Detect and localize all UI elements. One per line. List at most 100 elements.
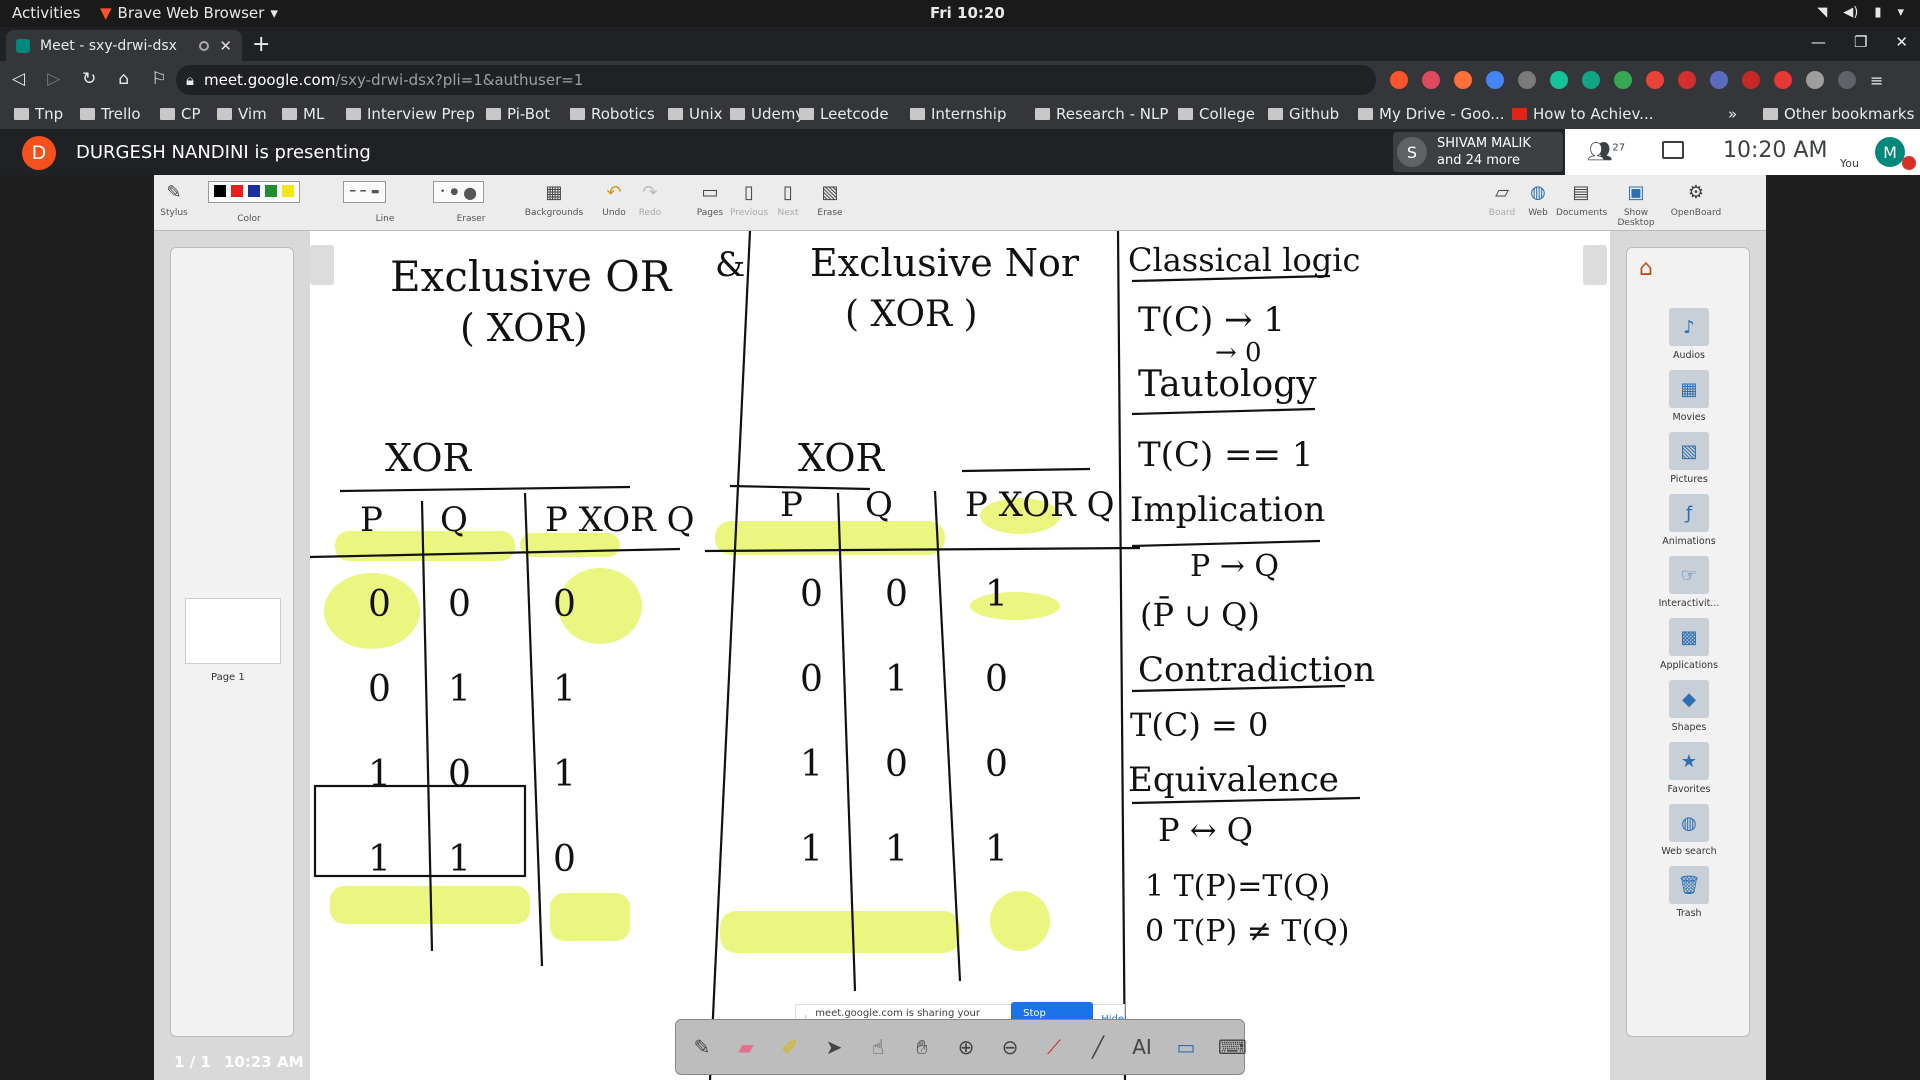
bookmark-item[interactable]: Pi-Bot (486, 105, 550, 123)
home-icon[interactable]: ⌂ (118, 69, 129, 89)
collapse-left-panel-button[interactable] (310, 245, 334, 285)
extension-icon[interactable] (1518, 71, 1536, 89)
extension-icon[interactable] (1742, 71, 1760, 89)
redo-button[interactable]: ↷ Redo (630, 179, 670, 219)
grammarly-icon[interactable] (1582, 71, 1600, 89)
erase-button[interactable]: ▧ Erase (810, 179, 850, 219)
line-thick[interactable]: ▬ (371, 187, 380, 197)
extension-icon[interactable] (1710, 71, 1728, 89)
next-button[interactable]: ▯ Next (768, 179, 808, 219)
extension-icon[interactable] (1774, 71, 1792, 89)
library-item[interactable]: ◆ Shapes (1627, 680, 1751, 733)
collapse-right-panel-button[interactable] (1583, 245, 1607, 285)
chat-icon[interactable] (1662, 141, 1684, 159)
interact-hand-icon[interactable]: ☝ (866, 1035, 890, 1059)
grammarly-icon[interactable] (1550, 71, 1568, 89)
app-menu[interactable]: ▼ Brave Web Browser ▾ (100, 4, 278, 22)
library-item[interactable]: ▦ Movies (1627, 370, 1751, 423)
other-bookmarks[interactable]: Other bookmarks (1763, 105, 1914, 123)
bookmark-item[interactable]: Udemy (730, 105, 804, 123)
activities-button[interactable]: Activities (12, 4, 80, 22)
close-window-icon[interactable]: ✕ (1895, 33, 1908, 51)
line-thin[interactable]: ━ (350, 187, 355, 197)
forward-icon[interactable]: ▷ (47, 69, 60, 89)
bookmark-item[interactable]: Interview Prep (346, 105, 475, 123)
library-item[interactable]: ☞ Interactivit... (1627, 556, 1751, 609)
extension-icon[interactable] (1614, 71, 1632, 89)
eraser-icon[interactable]: ▰ (734, 1035, 758, 1059)
web-mode-button[interactable]: ◍ Web (1520, 179, 1556, 219)
bookmark-item[interactable]: Github (1268, 105, 1339, 123)
bookmark-item[interactable]: College (1178, 105, 1255, 123)
whiteboard-canvas[interactable]: Exclusive OR ( XOR) & Exclusive Nor ( XO… (310, 231, 1610, 1080)
text-icon[interactable]: AI (1130, 1035, 1154, 1059)
previous-button[interactable]: ▯ Previous (726, 179, 772, 219)
color-black[interactable] (214, 185, 226, 197)
bookmark-item[interactable]: Internship (910, 105, 1006, 123)
library-item[interactable]: 🗑︎ Trash (1627, 866, 1751, 919)
backgrounds-tool[interactable]: ▦ Backgrounds (524, 179, 584, 219)
line-medium[interactable]: ━ (360, 187, 365, 197)
stylus-tool[interactable]: ✎ Stylus (154, 179, 194, 219)
translate-icon[interactable] (1486, 71, 1504, 89)
pan-hand-icon[interactable]: ✋︎ (910, 1035, 934, 1059)
bookmark-item[interactable]: CP (160, 105, 201, 123)
bookmark-item[interactable]: Unix (668, 105, 723, 123)
extension-icon[interactable] (1806, 71, 1824, 89)
undo-button[interactable]: ↶ Undo (594, 179, 634, 219)
pen-icon[interactable]: ✎ (690, 1035, 714, 1059)
show-desktop-button[interactable]: ▣ Show Desktop (1606, 179, 1666, 229)
home-icon[interactable]: ⌂ (1639, 256, 1653, 281)
openboard-menu-button[interactable]: ⚙ OpenBoard (1668, 179, 1724, 219)
new-tab-button[interactable]: + (252, 32, 270, 57)
documents-mode-button[interactable]: ▤ Documents (1556, 179, 1607, 219)
eraser-small[interactable]: • (440, 187, 445, 197)
line-width-selector[interactable]: ━ ━ ▬ (343, 181, 387, 203)
system-clock[interactable]: Fri 10:20 (930, 4, 1005, 22)
maximize-icon[interactable]: ❐ (1854, 33, 1867, 51)
library-item[interactable]: ▧ Pictures (1627, 432, 1751, 485)
laser-pointer-icon[interactable]: ⟋ (1042, 1035, 1066, 1059)
eraser-medium[interactable]: ● (450, 187, 458, 197)
participant-chip[interactable]: S SHIVAM MALIK and 24 more (1393, 132, 1563, 172)
color-red[interactable] (231, 185, 243, 197)
selector-icon[interactable]: ➤ (822, 1035, 846, 1059)
browser-tab[interactable]: Meet - sxy-drwi-dsx ✕ (6, 30, 242, 61)
zoom-in-icon[interactable]: ⊕ (954, 1035, 978, 1059)
zoom-out-icon[interactable]: ⊖ (998, 1035, 1022, 1059)
board-mode-button[interactable]: ▱ Board (1484, 179, 1520, 219)
eraser-size-selector[interactable]: • ● ● (433, 181, 485, 203)
reload-icon[interactable]: ↻ (82, 69, 96, 89)
bookmark-item[interactable]: ML (282, 105, 324, 123)
self-avatar[interactable]: M (1875, 137, 1905, 167)
bookmark-item[interactable]: Trello (80, 105, 141, 123)
library-item[interactable]: ƒ Animations (1627, 494, 1751, 547)
close-tab-icon[interactable]: ✕ (219, 37, 232, 55)
pages-button[interactable]: ▭ Pages (690, 179, 730, 219)
menu-icon[interactable]: ≡ (1870, 71, 1883, 90)
brave-rewards-icon[interactable] (1422, 71, 1440, 89)
bookmark-item[interactable]: How to Achiev... (1512, 105, 1653, 123)
highlighter-icon[interactable]: ✐ (778, 1035, 802, 1059)
bookmark-item[interactable]: Vim (217, 105, 267, 123)
bookmark-item[interactable]: Robotics (570, 105, 655, 123)
capture-icon[interactable]: ▭ (1174, 1035, 1198, 1059)
more-bookmarks-button[interactable]: » (1728, 105, 1737, 123)
extension-icon[interactable] (1454, 71, 1472, 89)
eraser-large[interactable]: ● (463, 183, 477, 202)
line-icon[interactable]: ╱ (1086, 1035, 1110, 1059)
people-button[interactable]: 👥︎27 (1587, 139, 1625, 163)
system-tray[interactable]: ◥ ◀) ▮ ▾ (1817, 5, 1904, 20)
brave-shield-icon[interactable] (1390, 71, 1408, 89)
library-item[interactable]: ◍ Web search (1627, 804, 1751, 857)
keyboard-icon[interactable]: ⌨ (1218, 1035, 1247, 1059)
bookmark-item[interactable]: Tnp (14, 105, 63, 123)
bookmark-icon[interactable]: ⚐ (151, 69, 166, 89)
library-item[interactable]: ▩ Applications (1627, 618, 1751, 671)
color-blue[interactable] (248, 185, 260, 197)
bookmark-item[interactable]: Research - NLP (1035, 105, 1168, 123)
bookmark-item[interactable]: Leetcode (799, 105, 889, 123)
library-item[interactable]: ♪ Audios (1627, 308, 1751, 361)
back-icon[interactable]: ◁ (12, 69, 25, 89)
extension-icon[interactable] (1678, 71, 1696, 89)
